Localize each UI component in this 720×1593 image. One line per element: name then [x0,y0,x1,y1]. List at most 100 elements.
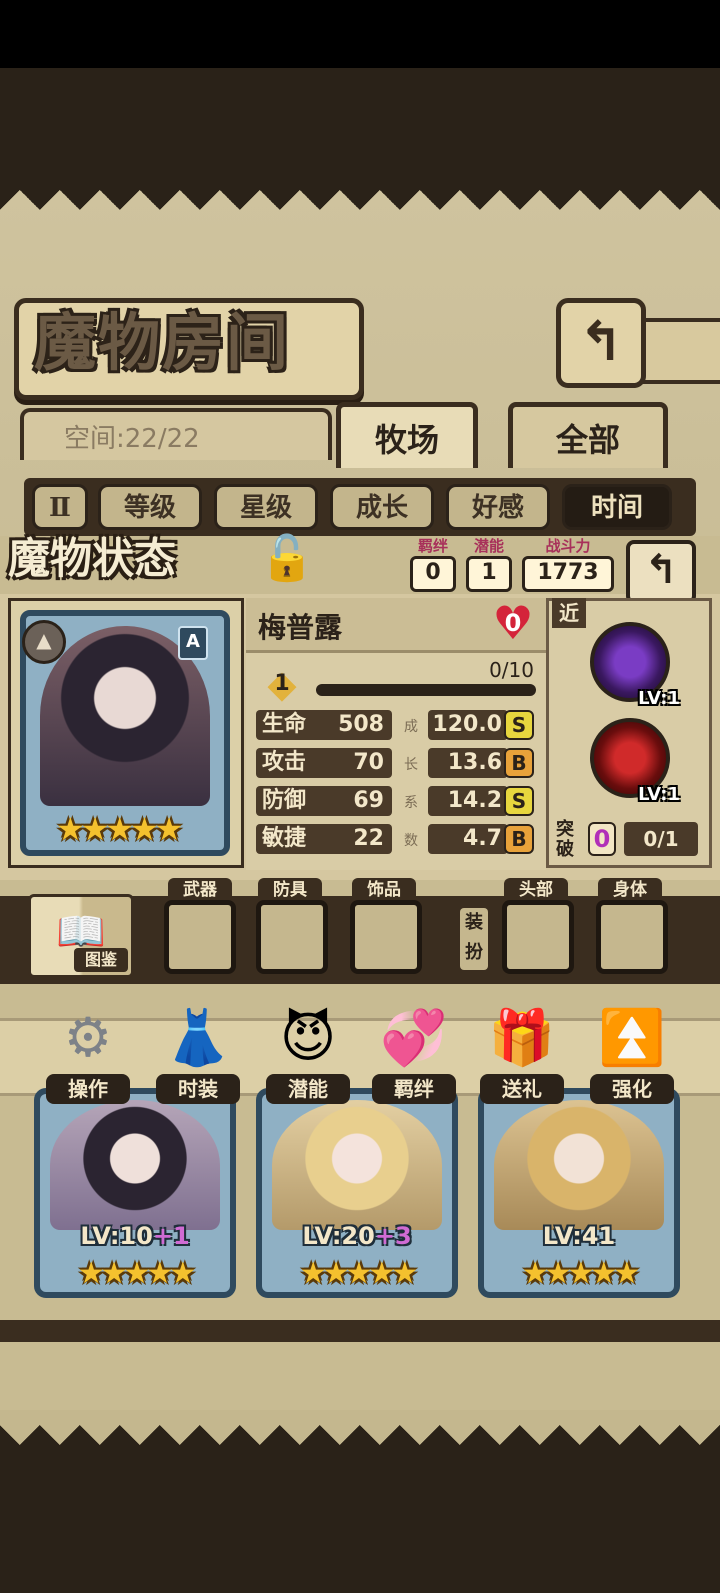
card-level: LV:20+3 [256,1222,458,1250]
stat-value: 22 [353,826,384,851]
slot-label: 防具 [258,878,322,902]
breakthrough-label-bottom: 破 [556,839,574,860]
stat-value: 70 [353,750,384,775]
armor-slot[interactable] [256,900,328,974]
stat-value: 69 [353,788,384,813]
list-bottom-frame [0,1320,720,1342]
stat-label: 攻击 [262,750,307,775]
breakthrough-label-top: 突 [556,819,574,840]
growth-value: 4.7 [428,824,508,854]
breakthrough-count: 0 [588,822,616,856]
filter-affection[interactable]: 好感 [446,484,550,530]
action-bond-button[interactable]: 💞 羁绊 [366,1000,462,1106]
background-bottom [0,1445,720,1593]
growth-label-char: 成 [404,719,418,735]
growth-value: 14.2 [428,786,508,816]
filter-growth[interactable]: 成长 [330,484,434,530]
back-button[interactable]: ↰ [626,540,696,604]
demon-icon: 😈 [279,1006,337,1069]
star-rating: ★★★★★ [56,810,183,848]
breakthrough-label: 突破 [556,820,586,860]
range-tag: 近 [552,598,586,628]
action-label: 操作 [46,1074,130,1104]
space-counter: 空间:22/22 [20,408,332,460]
lock-icon[interactable]: 🔓 [258,528,316,590]
up-arrows-icon: ⏫ [598,1006,666,1069]
action-costume-button[interactable]: 👗 时装 [150,1000,246,1106]
breakthrough-progress: 0/1 [624,822,698,856]
action-label: 强化 [590,1074,674,1104]
status-bar [0,0,720,68]
growth-value: 120.0 [428,710,508,740]
action-label: 时装 [156,1074,240,1104]
bond-label: 羁绊 [417,537,448,555]
card-portrait [50,1100,220,1230]
hearts-icon: 💞 [380,1006,448,1069]
filter-star[interactable]: 星级 [214,484,318,530]
card-stars: ★★★★★ [299,1256,418,1291]
stat-defense: 防御 69 [256,786,392,816]
return-button[interactable]: ↰ [556,298,646,388]
level-value: 1 [274,671,290,696]
tab-ranch[interactable]: 牧场 [336,402,478,468]
stat-label: 敏捷 [262,826,307,851]
body-slot[interactable] [596,900,668,974]
card-portrait [494,1100,664,1230]
back-arrow-icon: ↰ [644,547,678,593]
monster-name: 梅普露 [258,611,343,644]
stat-hp: 生命 508 [256,710,392,740]
growth-label-char: 系 [404,795,418,811]
action-enhance-button[interactable]: ⏫ 强化 [584,1000,680,1106]
weapon-slot[interactable] [164,900,236,974]
action-operate-button[interactable]: ⚙ 操作 [40,1000,136,1106]
affection-value: 0 [504,609,522,637]
filter-level[interactable]: 等级 [98,484,202,530]
return-arrow-icon: ↰ [578,310,624,373]
sort-order-toggle[interactable]: Ⅱ [32,484,88,530]
rank-icon: ▲ [22,620,66,664]
stat-label: 防御 [262,788,307,813]
slot-label: 武器 [168,878,232,902]
background-top [0,68,720,190]
tab-all[interactable]: 全部 [508,402,668,468]
exp-bar [316,684,536,696]
skill-level: LV:1 [638,688,680,709]
torn-edge-bottom [0,1405,720,1445]
dress-up-label: 装扮 [460,908,488,970]
accessory-slot[interactable] [350,900,422,974]
growth-grade: S [504,710,534,740]
bestiary-label: 图鉴 [74,948,128,972]
bond-value: 0 [410,556,456,592]
action-gift-button[interactable]: 🎁 送礼 [474,1000,570,1106]
exp-text: 0/10 [489,658,534,682]
potential-label: 潜能 [473,537,504,555]
filter-time[interactable]: 时间 [562,484,672,530]
growth-value: 13.6 [428,748,508,778]
card-portrait [272,1100,442,1230]
card-stars: ★★★★★ [77,1256,196,1291]
power-label: 战斗力 [545,537,591,555]
card-level-bonus: +3 [374,1222,412,1250]
action-potential-button[interactable]: 😈 潜能 [260,1000,356,1106]
head-slot[interactable] [502,900,574,974]
growth-grade: S [504,786,534,816]
slot-label: 头部 [504,878,568,902]
growth-grade: B [504,748,534,778]
dress-icon: 👗 [164,1006,232,1069]
action-label: 羁绊 [372,1074,456,1104]
action-label: 潜能 [266,1074,350,1104]
bond-badge: 羁绊 0 [410,538,456,592]
stat-value: 508 [338,712,384,737]
potential-badge: 潜能 1 [466,538,512,592]
grade-badge: A [178,626,208,660]
card-level-bonus: +1 [152,1222,190,1250]
card-level-value: LV:10 [80,1222,153,1250]
page-title: 魔物房间 [34,306,291,379]
stat-attack: 攻击 70 [256,748,392,778]
section-title: 魔物状态 [8,534,177,583]
action-label: 送礼 [480,1074,564,1104]
gift-icon: 🎁 [488,1006,556,1069]
skill-level: LV:1 [638,784,680,805]
power-value: 1773 [522,556,614,592]
slot-label: 身体 [598,878,662,902]
